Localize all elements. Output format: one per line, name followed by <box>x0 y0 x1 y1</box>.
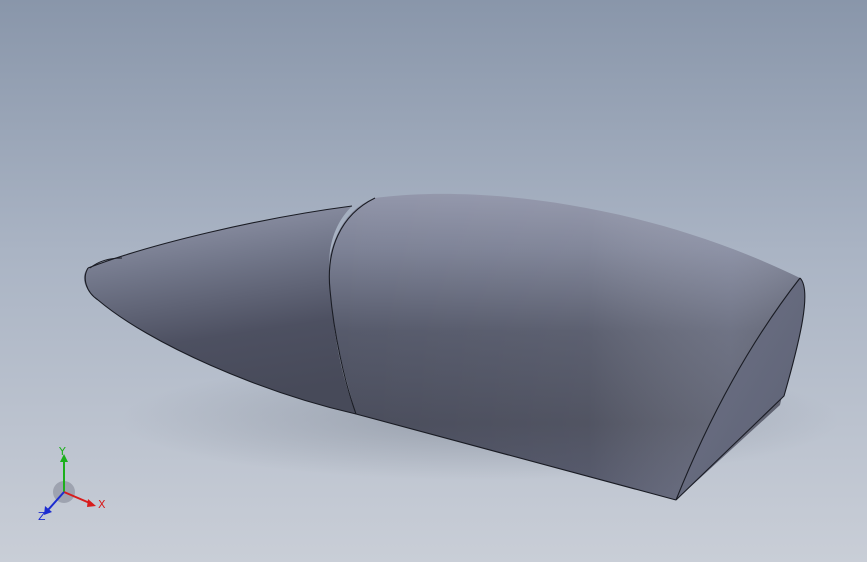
view-orientation-triad[interactable]: Y X Z <box>34 446 114 522</box>
x-axis-arrow <box>87 499 96 507</box>
z-axis-label: Z <box>38 510 46 522</box>
y-axis-label: Y <box>58 446 66 458</box>
x-axis-label: X <box>98 498 106 511</box>
graphics-viewport[interactable]: Y X Z <box>0 0 867 562</box>
model-3d-view[interactable] <box>0 0 867 562</box>
